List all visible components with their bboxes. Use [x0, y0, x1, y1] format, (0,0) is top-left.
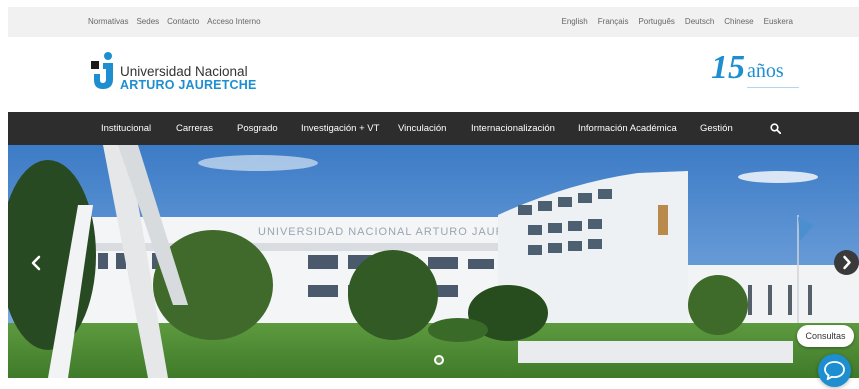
logo-line-1: Universidad Nacional — [120, 64, 248, 79]
slide-indicator-dot[interactable] — [434, 355, 444, 365]
site-header: Universidad Nacional ARTURO JAURETCHE 15… — [8, 37, 859, 112]
anniversary-underline — [747, 87, 799, 88]
lang-euskera[interactable]: Euskera — [764, 17, 793, 26]
main-navigation: Institucional Carreras Posgrado Investig… — [8, 112, 859, 145]
lang-chinese[interactable]: Chinese — [724, 17, 753, 26]
anniversary-number: 15 — [711, 49, 745, 86]
nav-gestion[interactable]: Gestión — [700, 112, 733, 145]
chat-button[interactable] — [818, 354, 851, 387]
utility-links: Normativas Sedes Contacto Acceso Interno — [88, 17, 261, 26]
nav-informacion-academica[interactable]: Información Académica — [578, 112, 677, 145]
top-utility-bar: Normativas Sedes Contacto Acceso Interno… — [8, 7, 859, 37]
lang-portugues[interactable]: Português — [638, 17, 674, 26]
language-links: English Français Português Deutsch Chine… — [562, 17, 793, 26]
campus-photo: UNIVERSIDAD NACIONAL ARTURO JAURETCHE — [8, 145, 859, 378]
link-contacto[interactable]: Contacto — [167, 17, 199, 26]
next-slide-button[interactable] — [834, 250, 859, 275]
chat-bubble-icon — [824, 361, 845, 381]
logo-line-2: ARTURO JAURETCHE — [120, 78, 257, 92]
link-acceso-interno[interactable]: Acceso Interno — [207, 17, 260, 26]
link-normativas[interactable]: Normativas — [88, 17, 128, 26]
lang-francais[interactable]: Français — [598, 17, 629, 26]
university-logo[interactable]: Universidad Nacional ARTURO JAURETCHE — [91, 52, 261, 92]
lang-deutsch[interactable]: Deutsch — [685, 17, 714, 26]
nav-institucional[interactable]: Institucional — [101, 112, 151, 145]
hero-slider: UNIVERSIDAD NACIONAL ARTURO JAURETCHE — [8, 145, 859, 378]
nav-internacionalizacion[interactable]: Internacionalización — [471, 112, 555, 145]
unaj-logo-mark — [91, 52, 113, 89]
consultas-label[interactable]: Consultas — [797, 325, 854, 347]
lang-english[interactable]: English — [562, 17, 588, 26]
search-icon[interactable] — [770, 123, 781, 134]
link-sedes[interactable]: Sedes — [136, 17, 159, 26]
nav-carreras[interactable]: Carreras — [176, 112, 213, 145]
nav-investigacion[interactable]: Investigación + VT — [301, 112, 379, 145]
anniversary-word: años — [747, 60, 784, 82]
anniversary-badge: 15 años — [711, 47, 801, 92]
chevron-left-icon[interactable] — [25, 251, 49, 275]
chevron-right-icon — [843, 255, 851, 270]
nav-vinculacion[interactable]: Vinculación — [398, 112, 446, 145]
nav-posgrado[interactable]: Posgrado — [237, 112, 278, 145]
